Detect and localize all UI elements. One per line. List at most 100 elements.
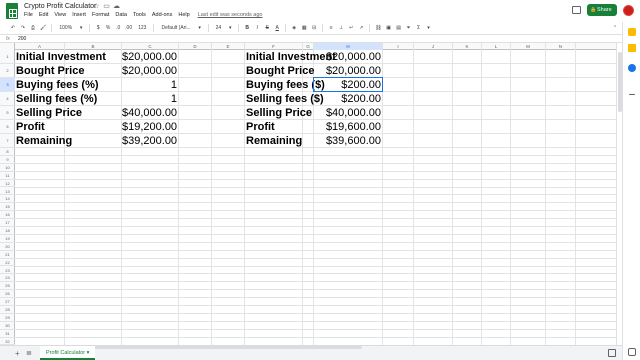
insert-chart-icon[interactable]: ▤ xyxy=(396,25,402,31)
last-edit-link[interactable]: Last edit was seconds ago xyxy=(198,12,263,18)
right-table-label[interactable]: Selling Price xyxy=(246,106,312,120)
document-title[interactable]: Crypto Profit Calculator xyxy=(24,3,96,10)
undo-icon[interactable]: ↶ xyxy=(10,25,16,31)
column-header-g[interactable]: G xyxy=(303,43,314,50)
row-header-10[interactable]: 10 xyxy=(0,164,15,172)
row-header-12[interactable]: 12 xyxy=(0,180,15,188)
text-wrap-icon[interactable]: ↵ xyxy=(348,25,354,31)
horizontal-scrollbar[interactable] xyxy=(92,346,362,349)
keep-icon[interactable] xyxy=(628,44,636,52)
decrease-decimal-button[interactable]: .0 xyxy=(115,25,121,31)
print-icon[interactable]: ⎙ xyxy=(30,25,36,31)
row-header-16[interactable]: 16 xyxy=(0,211,15,220)
tasks-icon[interactable] xyxy=(628,64,636,72)
spreadsheet-grid[interactable]: ABCDEFGHIJKLMN 1 2 3 4 5 6 7 8 9 10 11 12 13 14 15 16 17… xyxy=(0,43,622,345)
row-header-21[interactable]: 21 xyxy=(0,251,15,259)
row-header-25[interactable]: 25 xyxy=(0,282,15,291)
right-table-label[interactable]: Remaining xyxy=(246,134,302,148)
row-header-29[interactable]: 29 xyxy=(0,314,15,322)
cloud-status-icon[interactable]: ☁ xyxy=(113,3,120,10)
row-header-26[interactable]: 26 xyxy=(0,290,15,299)
row-header-4[interactable]: 4 xyxy=(0,92,15,106)
right-table-label[interactable]: Profit xyxy=(246,120,275,134)
row-header-19[interactable]: 19 xyxy=(0,235,15,243)
column-header-b[interactable]: B xyxy=(65,43,122,50)
calendar-icon[interactable] xyxy=(628,28,636,36)
chevron-down-icon[interactable]: ▾ xyxy=(197,25,203,31)
column-header-c[interactable]: C xyxy=(122,43,179,50)
row-header-3[interactable]: 3 xyxy=(0,78,15,92)
horizontal-align-icon[interactable]: ≡ xyxy=(328,25,334,31)
star-icon[interactable]: ☆ xyxy=(93,3,100,10)
collapse-toolbar-icon[interactable]: ⌃ xyxy=(612,25,618,31)
right-table-value[interactable]: $39,600.00 xyxy=(314,134,381,148)
share-button[interactable]: Share xyxy=(587,4,617,16)
column-header-a[interactable]: A xyxy=(15,43,65,50)
row-header-6[interactable]: 6 xyxy=(0,120,15,134)
menu-data[interactable]: Data xyxy=(115,12,127,18)
formula-input[interactable]: 200 xyxy=(18,36,26,42)
font-select[interactable]: Default (Ari... xyxy=(159,25,192,31)
row-header-32[interactable]: 32 xyxy=(0,338,15,345)
column-header-n[interactable]: N xyxy=(546,43,576,50)
text-rotation-icon[interactable]: ↗ xyxy=(358,25,364,31)
column-header-l[interactable]: L xyxy=(482,43,511,50)
menu-addons[interactable]: Add-ons xyxy=(152,12,173,18)
row-header-2[interactable]: 2 xyxy=(0,64,15,78)
row-header-14[interactable]: 14 xyxy=(0,195,15,204)
menu-file[interactable]: File xyxy=(24,12,33,18)
left-table-value[interactable]: 1 xyxy=(122,78,177,92)
column-header-i[interactable]: I xyxy=(383,43,414,50)
italic-icon[interactable]: I xyxy=(254,25,260,31)
left-table-label[interactable]: Buying fees (%) xyxy=(16,78,99,92)
borders-icon[interactable]: ▦ xyxy=(301,25,307,31)
explore-icon[interactable] xyxy=(608,349,616,357)
column-header-k[interactable]: K xyxy=(453,43,482,50)
row-header-24[interactable]: 24 xyxy=(0,274,15,283)
column-header-d[interactable]: D xyxy=(179,43,212,50)
chevron-down-icon[interactable]: ▾ xyxy=(426,25,432,31)
cell-area[interactable]: Initial Investment $20,000.00 Bought Price… xyxy=(15,50,622,345)
left-table-label[interactable]: Profit xyxy=(16,120,45,134)
left-table-label[interactable]: Selling Price xyxy=(16,106,82,120)
column-header-e[interactable]: E xyxy=(212,43,245,50)
row-header-9[interactable]: 9 xyxy=(0,156,15,164)
percent-format-button[interactable]: % xyxy=(105,25,111,31)
all-sheets-icon[interactable]: ≣ xyxy=(26,349,32,357)
row-header-22[interactable]: 22 xyxy=(0,259,15,267)
right-table-value[interactable]: $20,000.00 xyxy=(314,64,381,78)
left-table-label[interactable]: Remaining xyxy=(16,134,72,148)
currency-format-button[interactable]: $ xyxy=(95,25,101,31)
row-header-27[interactable]: 27 xyxy=(0,298,15,306)
row-header-13[interactable]: 13 xyxy=(0,188,15,196)
menu-insert[interactable]: Insert xyxy=(72,12,86,18)
left-table-value[interactable]: $40,000.00 xyxy=(122,106,177,120)
column-header-j[interactable]: J xyxy=(414,43,453,50)
row-header-20[interactable]: 20 xyxy=(0,243,15,251)
row-header-18[interactable]: 18 xyxy=(0,227,15,235)
row-header-23[interactable]: 23 xyxy=(0,267,15,275)
sheet-tab-profit-calculator[interactable]: Profit Calculator ▾ xyxy=(40,346,96,360)
right-table-label[interactable]: Bought Price xyxy=(246,64,314,78)
right-table-value[interactable]: $40,000.00 xyxy=(314,106,381,120)
left-table-value[interactable]: $20,000.00 xyxy=(122,64,177,78)
avatar[interactable] xyxy=(623,5,634,16)
add-ons-icon[interactable] xyxy=(629,94,635,95)
more-formats-select[interactable]: 123 xyxy=(136,25,148,31)
select-all-corner[interactable] xyxy=(0,43,15,50)
paint-format-icon[interactable]: 🖌 xyxy=(40,25,46,31)
font-size-select[interactable]: 24 xyxy=(214,25,224,31)
left-table-value[interactable]: $39,200.00 xyxy=(122,134,177,148)
fill-color-icon[interactable]: ◈ xyxy=(291,25,297,31)
sheets-logo-icon[interactable] xyxy=(6,3,18,19)
menu-tools[interactable]: Tools xyxy=(133,12,146,18)
left-table-value[interactable]: 1 xyxy=(122,92,177,106)
functions-icon[interactable]: Σ xyxy=(416,25,422,31)
left-table-value[interactable]: $20,000.00 xyxy=(122,50,177,64)
column-header-f[interactable]: F xyxy=(245,43,303,50)
chevron-down-icon[interactable]: ▾ xyxy=(227,25,233,31)
move-folder-icon[interactable]: ▭ xyxy=(103,3,110,10)
menu-view[interactable]: View xyxy=(54,12,66,18)
expand-panel-icon[interactable] xyxy=(628,348,636,356)
row-header-8[interactable]: 8 xyxy=(0,148,15,156)
